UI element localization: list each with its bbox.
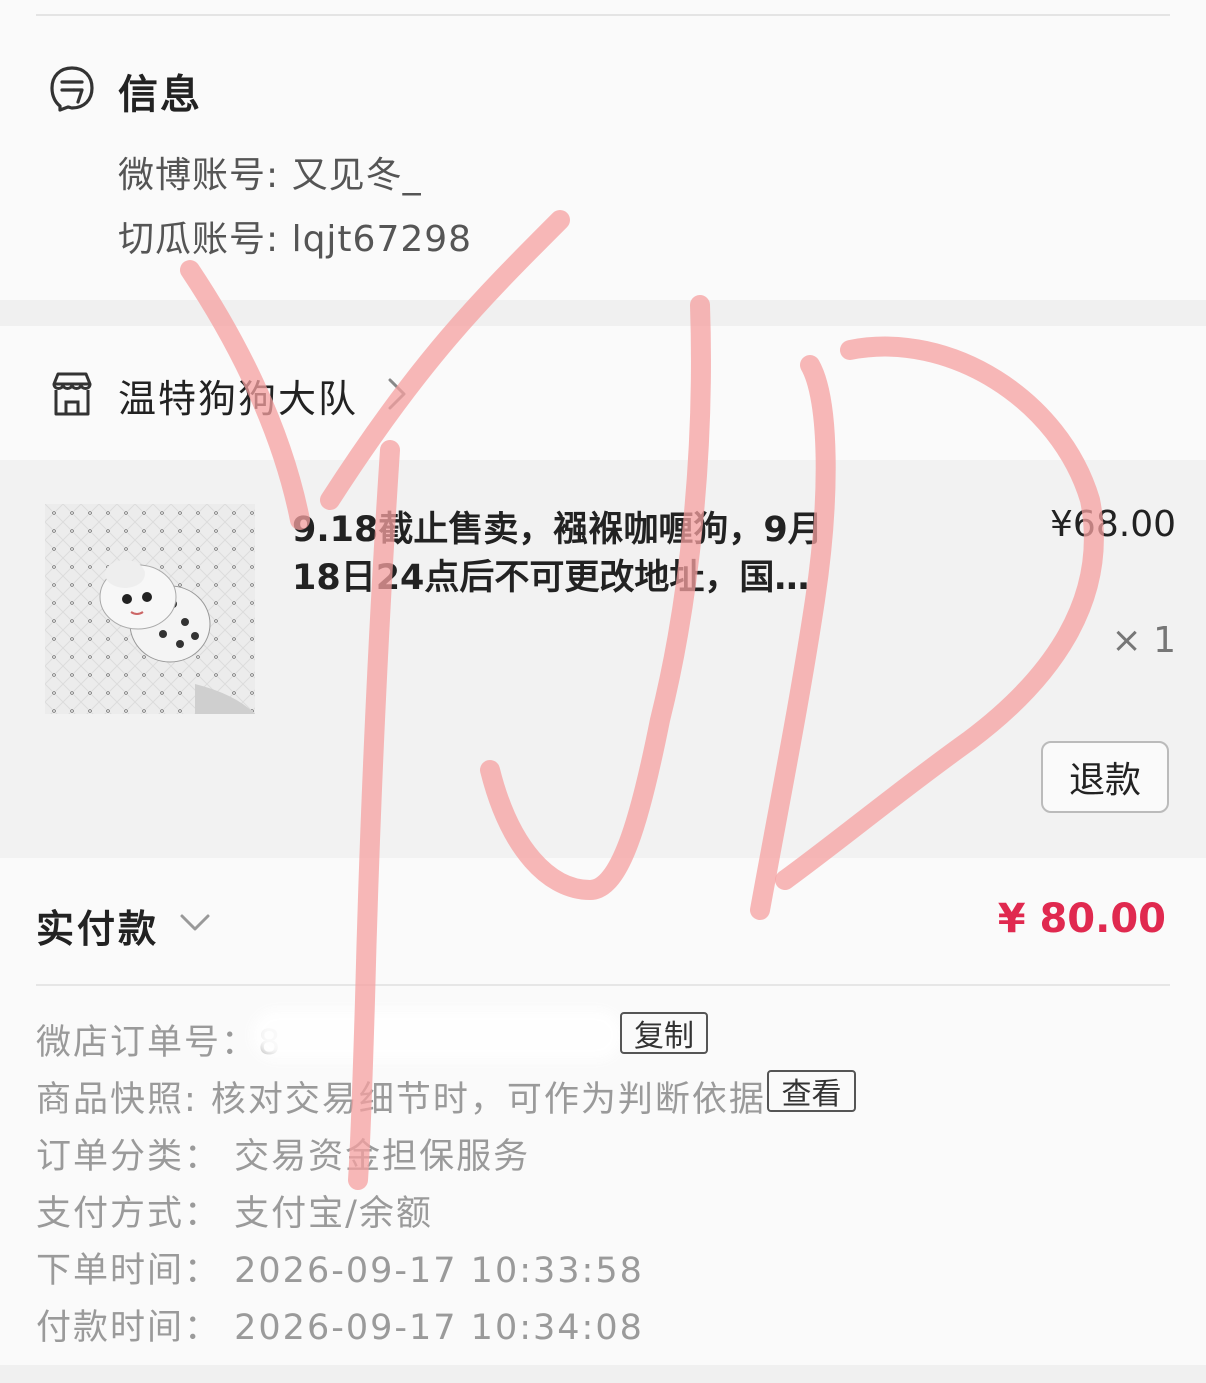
- shop-icon: [52, 372, 92, 416]
- category-value: 交易资金担保服务: [221, 1137, 531, 1177]
- order-number-row: 微店订单号：8: [36, 1014, 282, 1065]
- chevron-down-icon[interactable]: [178, 908, 212, 936]
- redacted-order-number: [252, 1010, 622, 1060]
- order-number-label: 微店订单号：: [36, 1023, 259, 1063]
- product-card[interactable]: 9.18截止售卖，襁褓咖喱狗，9月18日24点后不可更改地址，国… ¥68.00…: [0, 460, 1206, 858]
- order-time-label: 下单时间：: [36, 1251, 222, 1291]
- order-time-value: 2026-09-17 10:33:58: [221, 1251, 644, 1291]
- message-icon: [50, 66, 94, 112]
- product-title[interactable]: 9.18截止售卖，襁褓咖喱狗，9月18日24点后不可更改地址，国…: [292, 506, 862, 602]
- divider: [36, 984, 1170, 986]
- payment-method-value: 支付宝/余额: [221, 1194, 433, 1234]
- category-label: 订单分类：: [36, 1137, 222, 1177]
- payment-method-row: 支付方式： 支付宝/余额: [36, 1185, 433, 1236]
- view-snapshot-button[interactable]: 查看: [767, 1070, 856, 1112]
- weibo-account: 微博账号: 又见冬_: [118, 155, 422, 196]
- copy-button[interactable]: 复制: [620, 1012, 708, 1054]
- info-title: 信息: [118, 72, 202, 118]
- paid-label[interactable]: 实付款: [36, 898, 159, 953]
- top-divider: [36, 14, 1170, 16]
- snapshot-value: 核对交易细节时，可作为判断依据: [197, 1080, 766, 1120]
- snapshot-row: 商品快照: 核对交易细节时，可作为判断依据: [36, 1071, 766, 1122]
- snapshot-label: 商品快照:: [36, 1080, 198, 1120]
- paid-amount: ¥ 80.00: [997, 896, 1166, 942]
- section-separator: [0, 300, 1206, 326]
- order-time-row: 下单时间： 2026-09-17 10:33:58: [36, 1242, 644, 1293]
- payment-method-label: 支付方式：: [36, 1194, 222, 1234]
- bottom-separator: [0, 1365, 1206, 1383]
- chevron-right-icon[interactable]: [382, 374, 412, 414]
- product-quantity: × 1: [1111, 620, 1176, 661]
- refund-button[interactable]: 退款: [1041, 741, 1169, 813]
- payment-time-value: 2026-09-17 10:34:08: [221, 1308, 644, 1348]
- category-row: 订单分类： 交易资金担保服务: [36, 1128, 530, 1179]
- shop-name[interactable]: 温特狗狗大队: [118, 368, 358, 423]
- payment-time-row: 付款时间： 2026-09-17 10:34:08: [36, 1299, 644, 1350]
- product-price: ¥68.00: [1050, 504, 1176, 545]
- qiegua-account: 切瓜账号: lqjt67298: [118, 219, 473, 260]
- payment-time-label: 付款时间：: [36, 1308, 222, 1348]
- product-thumbnail[interactable]: [45, 504, 255, 714]
